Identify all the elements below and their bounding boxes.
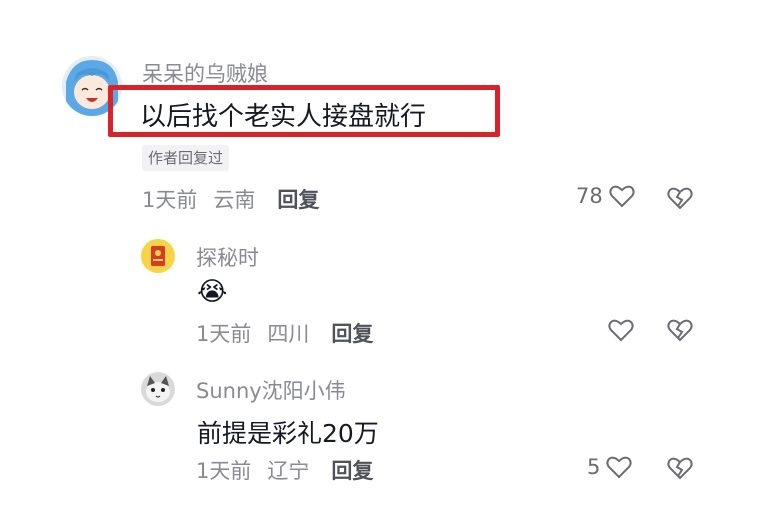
comment-location: 辽宁 (267, 459, 310, 483)
comment-username[interactable]: 呆呆的乌贼娘 (142, 58, 268, 88)
cat-avatar-image (141, 372, 175, 406)
red-envelope-avatar-image (141, 239, 175, 273)
like-count: 5 (587, 455, 601, 479)
broken-heart-icon[interactable] (667, 186, 693, 210)
comment-meta: 1天前 辽宁 回复 (196, 455, 373, 485)
comment-meta: 1天前 云南 回复 (142, 184, 319, 214)
broken-heart-icon[interactable] (667, 318, 693, 342)
reply-button[interactable]: 回复 (331, 318, 373, 348)
heart-icon (609, 185, 635, 208)
author-replied-badge: 作者回复过 (142, 145, 230, 171)
heart-icon (606, 456, 632, 479)
comment-emoji: 😭 (197, 277, 228, 307)
like-button[interactable] (608, 318, 634, 342)
reply-button[interactable]: 回复 (331, 455, 373, 485)
comment-username[interactable]: Sunny沈阳小伟 (196, 375, 346, 405)
like-count: 78 (576, 184, 603, 208)
comment-text: 以后找个老实人接盘就行 (140, 102, 427, 132)
comment-username[interactable]: 探秘时 (196, 242, 259, 272)
avatar[interactable] (141, 239, 175, 273)
comment-text: 前提是彩礼20万 (197, 419, 379, 448)
comment-time: 1天前 (196, 459, 252, 483)
comment-meta: 1天前 四川 回复 (196, 318, 373, 348)
comment-time: 1天前 (142, 188, 198, 212)
comment-location: 四川 (267, 322, 310, 346)
reply-button[interactable]: 回复 (277, 184, 319, 214)
avatar[interactable] (141, 372, 175, 406)
like-button[interactable]: 5 (587, 455, 632, 479)
comment-location: 云南 (213, 188, 256, 212)
broken-heart-icon[interactable] (667, 456, 693, 480)
comment-time: 1天前 (196, 322, 252, 346)
heart-icon (608, 319, 634, 342)
like-button[interactable]: 78 (576, 184, 635, 208)
